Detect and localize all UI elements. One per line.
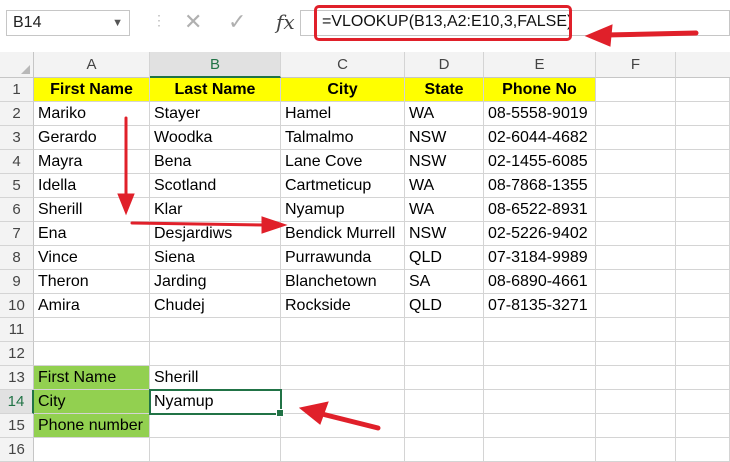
annotation-layer [117,24,699,431]
down-arrow-head [117,193,135,216]
formula-arrow-head [584,24,613,47]
cell-arrow-line [319,411,381,431]
cell-arrow-head [298,401,329,425]
formula-arrow-line [603,30,699,38]
right-arrow-head [261,216,288,234]
right-arrow-line [130,221,266,227]
